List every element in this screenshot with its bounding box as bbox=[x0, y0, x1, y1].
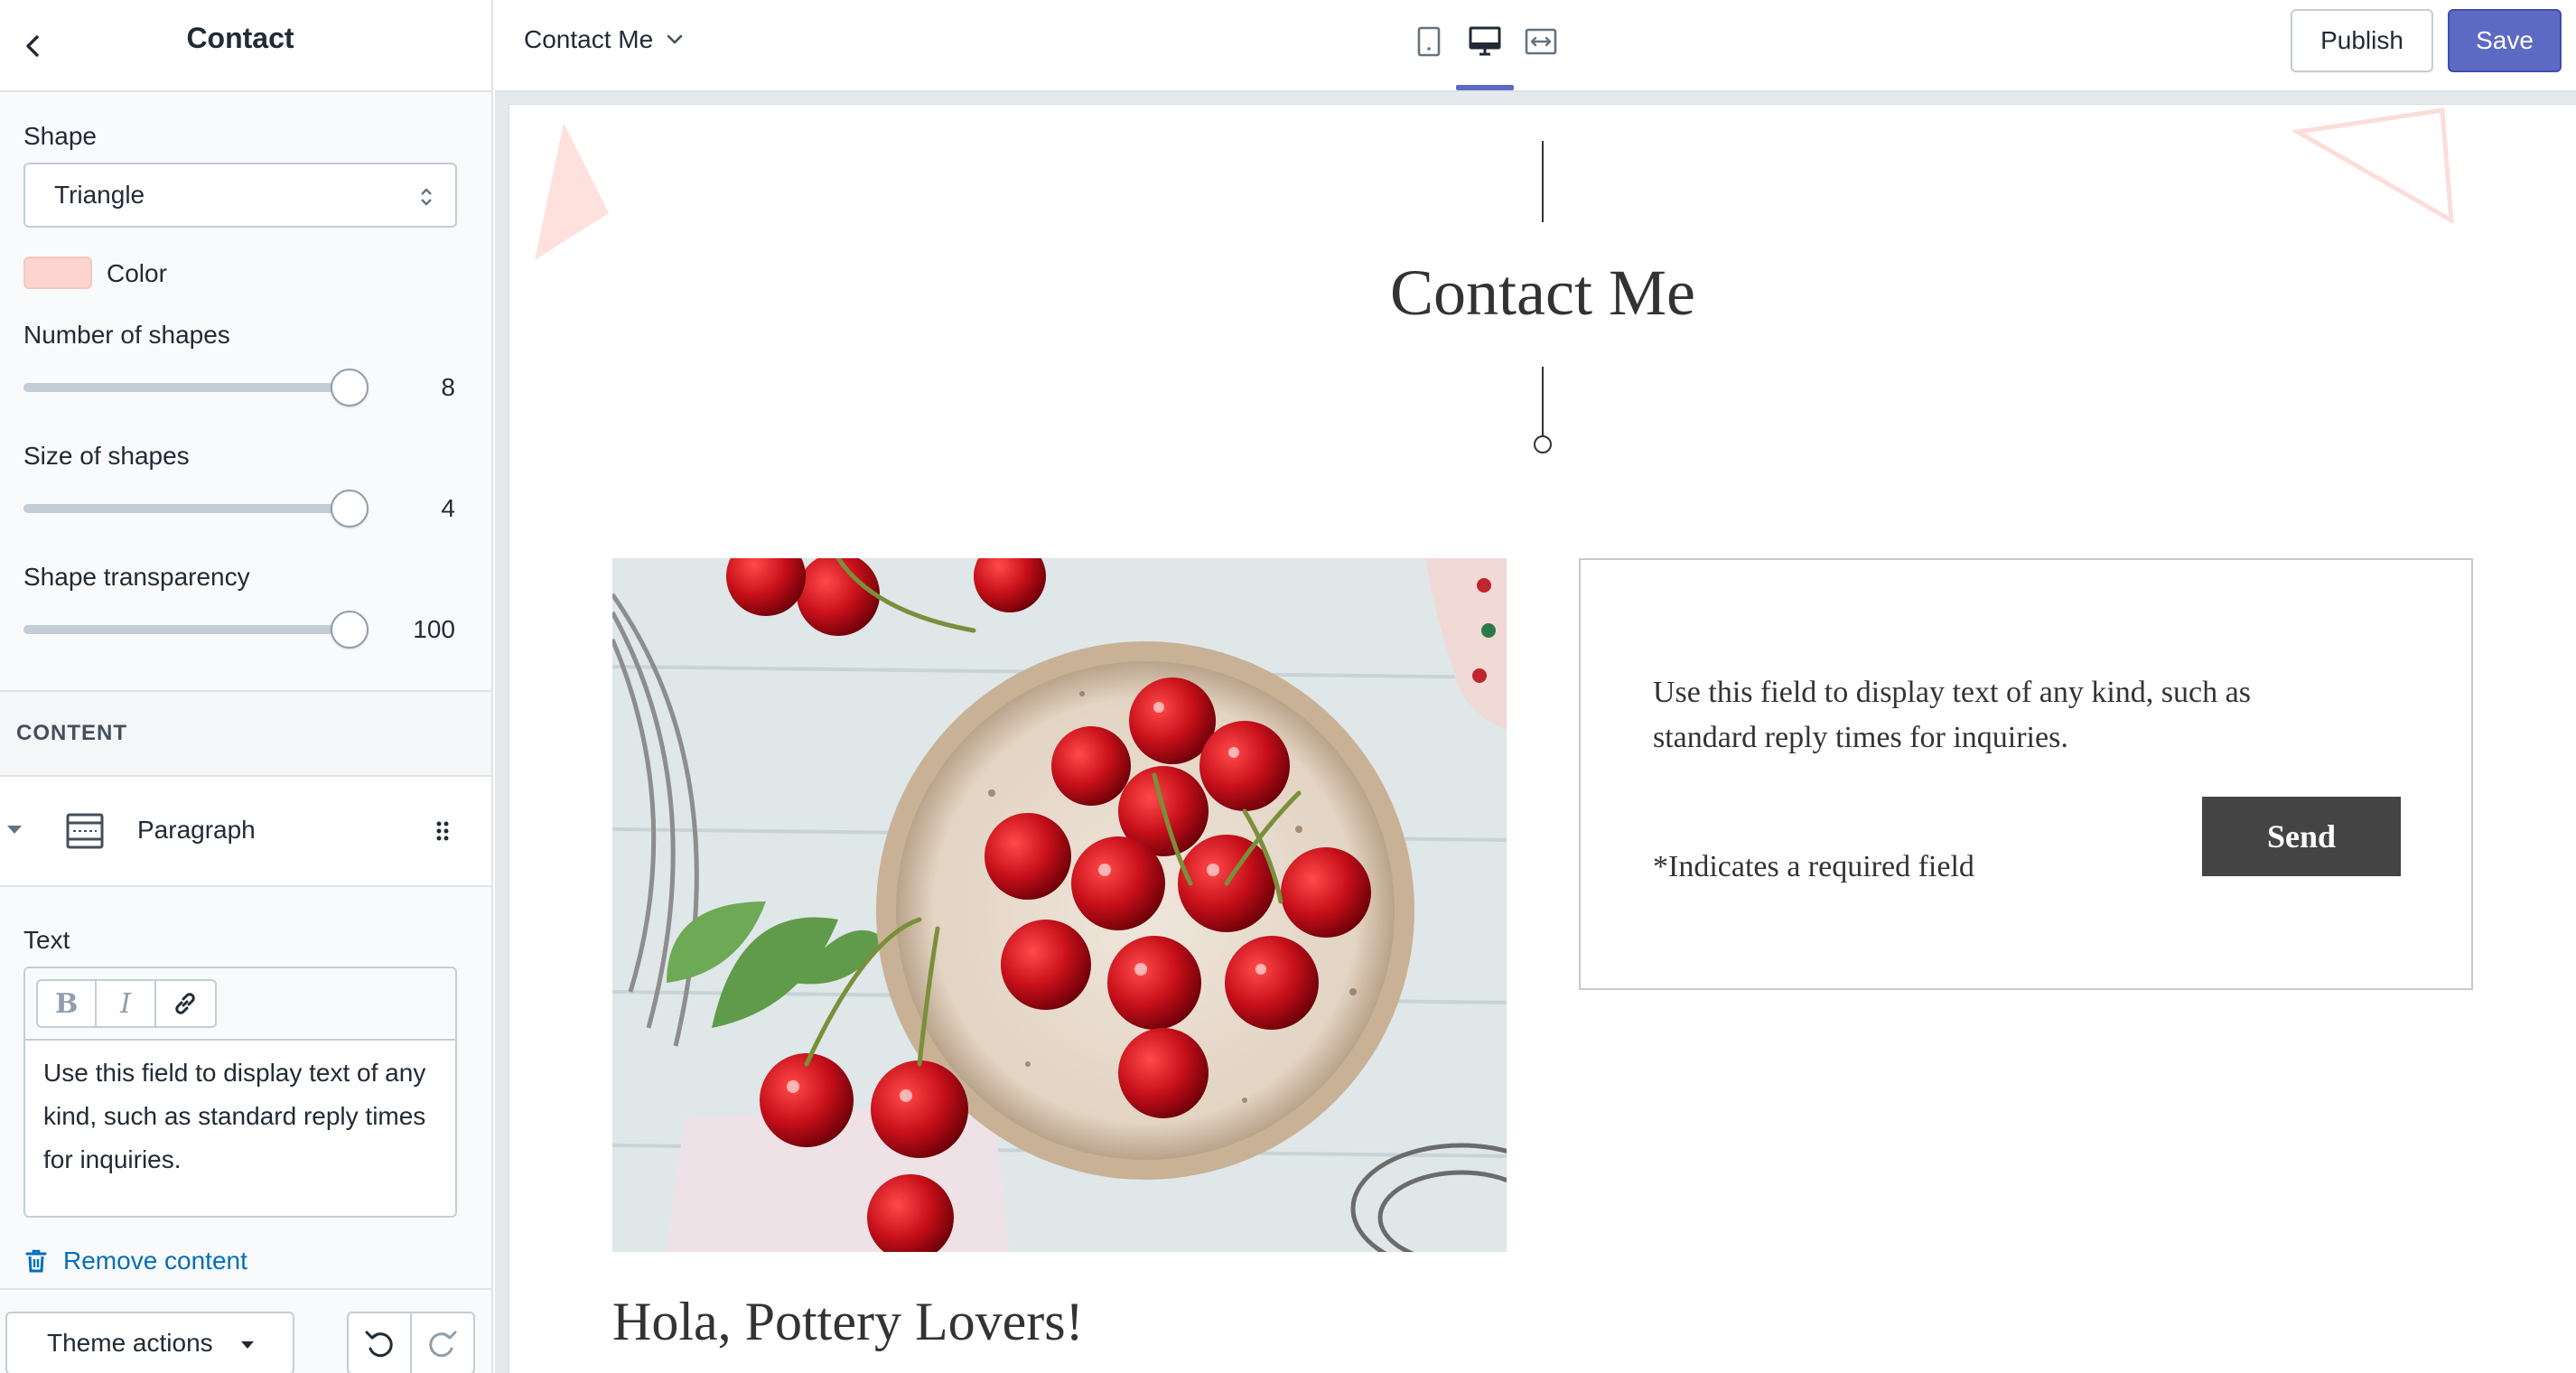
shape-transparency-value: 100 bbox=[413, 615, 455, 643]
content-heading: CONTENT bbox=[16, 721, 127, 745]
full-width-view-button[interactable] bbox=[1519, 20, 1563, 63]
number-of-shapes-label: Number of shapes bbox=[23, 321, 230, 349]
shape-transparency-slider[interactable] bbox=[23, 611, 369, 649]
theme-actions-label: Theme actions bbox=[47, 1329, 213, 1357]
rich-text-editor: B I Use this field to display text of an… bbox=[23, 967, 457, 1218]
number-of-shapes-slider[interactable] bbox=[23, 369, 369, 406]
content-item-paragraph[interactable]: Paragraph bbox=[0, 777, 491, 887]
decorative-triangle-shape bbox=[2291, 107, 2454, 225]
link-icon bbox=[175, 993, 196, 1014]
cherries-photo bbox=[612, 558, 1507, 1252]
expand-horizontal-icon bbox=[1525, 28, 1557, 55]
content-item-label: Paragraph bbox=[137, 816, 256, 844]
cherries-bowl-image bbox=[612, 558, 1507, 1252]
undo-icon bbox=[365, 1331, 393, 1358]
active-view-indicator bbox=[1456, 85, 1514, 90]
slider-fill bbox=[23, 625, 361, 634]
required-field-note: *Indicates a required field bbox=[1653, 850, 1974, 883]
italic-button[interactable]: I bbox=[97, 981, 156, 1026]
content-section-header: CONTENT bbox=[0, 690, 491, 777]
link-button[interactable] bbox=[156, 981, 215, 1026]
caret-down-icon bbox=[241, 1341, 254, 1349]
text-field-input[interactable]: Use this field to display text of any ki… bbox=[43, 1051, 441, 1182]
paragraph-block-icon bbox=[66, 813, 104, 849]
contact-form-box: Use this field to display text of any ki… bbox=[1579, 558, 2473, 990]
decorative-rule bbox=[1542, 367, 1544, 439]
drag-handle-icon[interactable] bbox=[435, 820, 450, 842]
desktop-view-button[interactable] bbox=[1463, 20, 1507, 63]
slider-fill bbox=[23, 504, 361, 513]
sidebar-header: Contact bbox=[0, 0, 491, 92]
color-swatch[interactable] bbox=[23, 257, 92, 289]
preview-frame: Contact Me Use this field to display tex… bbox=[495, 92, 2576, 1373]
section-heading: Hola, Pottery Lovers! bbox=[612, 1292, 1084, 1351]
decorative-rule-dot bbox=[1534, 435, 1552, 453]
shape-transparency-label: Shape transparency bbox=[23, 563, 250, 591]
mobile-view-button[interactable] bbox=[1407, 20, 1451, 63]
section-title: Contact bbox=[186, 22, 294, 54]
store-preview: Contact Me Use this field to display tex… bbox=[509, 105, 2576, 1373]
publish-button[interactable]: Publish bbox=[2291, 9, 2433, 72]
theme-actions-button[interactable]: Theme actions bbox=[5, 1312, 294, 1373]
undo-button[interactable] bbox=[349, 1313, 412, 1373]
caret-down-icon[interactable] bbox=[5, 824, 23, 836]
trash-icon bbox=[25, 1249, 47, 1273]
remove-content-label: Remove content bbox=[63, 1247, 247, 1275]
size-of-shapes-slider[interactable] bbox=[23, 490, 369, 528]
text-field-label: Text bbox=[23, 926, 70, 954]
editor-toolbar: B I bbox=[25, 968, 455, 1041]
editor-top-bar: Contact Me Publish Save bbox=[495, 0, 2576, 92]
shape-select[interactable]: Triangle bbox=[23, 163, 457, 228]
contact-description: Use this field to display text of any ki… bbox=[1653, 676, 2251, 754]
undo-redo-group bbox=[347, 1312, 475, 1373]
desktop-icon bbox=[1469, 26, 1501, 56]
slider-fill bbox=[23, 383, 361, 392]
slider-thumb[interactable] bbox=[331, 490, 369, 528]
page-selector-label: Contact Me bbox=[524, 25, 654, 53]
sidebar-footer: Theme actions bbox=[0, 1288, 491, 1373]
chevron-down-icon bbox=[667, 34, 683, 44]
mobile-icon bbox=[1417, 26, 1441, 57]
page-selector[interactable]: Contact Me bbox=[524, 22, 684, 58]
slider-thumb[interactable] bbox=[331, 369, 369, 406]
save-button[interactable]: Save bbox=[2448, 9, 2562, 72]
redo-button[interactable] bbox=[412, 1313, 473, 1373]
shape-label: Shape bbox=[23, 122, 97, 150]
decorative-triangle-shape bbox=[535, 123, 609, 260]
send-button[interactable]: Send bbox=[2202, 797, 2401, 876]
size-of-shapes-value: 4 bbox=[441, 494, 455, 522]
contact-page-title: Contact Me bbox=[1390, 257, 1695, 329]
remove-content-link[interactable]: Remove content bbox=[25, 1247, 247, 1275]
bold-button[interactable]: B bbox=[38, 981, 98, 1026]
select-arrows-icon bbox=[421, 188, 432, 206]
shape-select-value: Triangle bbox=[54, 181, 145, 209]
size-of-shapes-label: Size of shapes bbox=[23, 442, 190, 470]
decorative-rule bbox=[1542, 141, 1544, 222]
redo-icon bbox=[429, 1331, 457, 1358]
color-label: Color bbox=[107, 259, 167, 287]
format-button-group: B I bbox=[36, 979, 217, 1028]
slider-thumb[interactable] bbox=[331, 611, 369, 649]
theme-editor-sidebar: Contact Shape Triangle Color Number of s… bbox=[0, 0, 493, 1373]
number-of-shapes-value: 8 bbox=[441, 373, 455, 401]
